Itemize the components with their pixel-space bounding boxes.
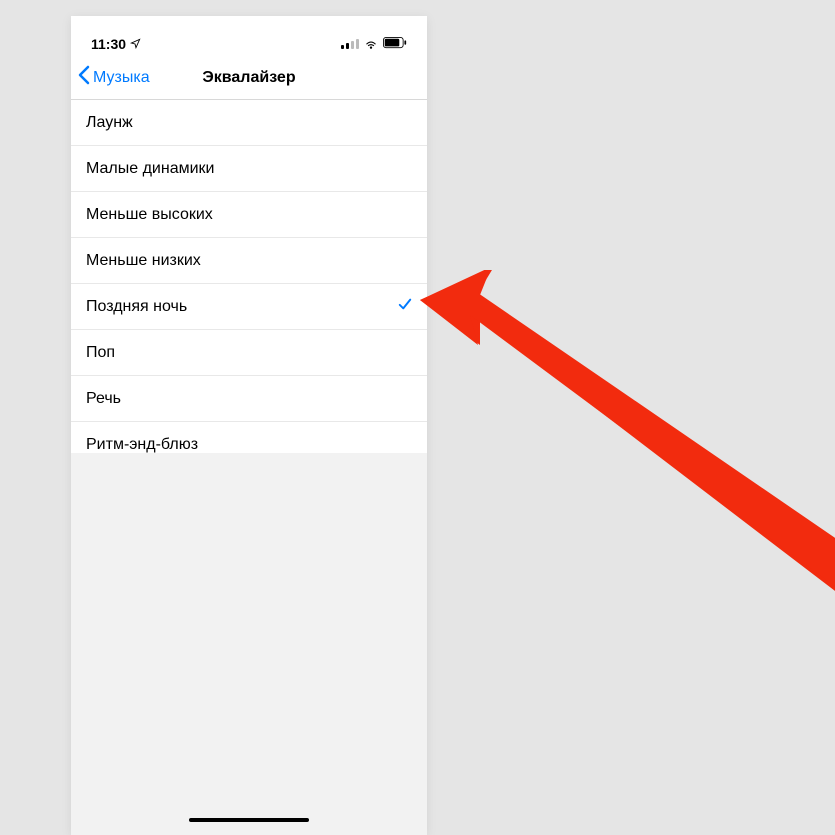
list-item[interactable]: Лаунж (71, 100, 427, 146)
annotation-arrow-icon (420, 270, 835, 615)
list-item[interactable]: Малые динамики (71, 146, 427, 192)
phone-frame: 11:30 (71, 16, 427, 835)
status-bar: 11:30 (71, 16, 427, 56)
status-time: 11:30 (91, 36, 126, 52)
battery-icon (383, 36, 407, 52)
spacer (71, 453, 427, 806)
list-item-label: Ритм-энд-блюз (86, 436, 198, 453)
list-item-label: Речь (86, 390, 121, 408)
list-item-label: Меньше высоких (86, 206, 213, 224)
list-item-label: Лаунж (86, 114, 133, 132)
list-item-label: Поздняя ночь (86, 298, 187, 316)
chevron-left-icon (77, 65, 91, 90)
cellular-icon (341, 39, 359, 49)
list-item[interactable]: Меньше высоких (71, 192, 427, 238)
list-item[interactable]: Речь (71, 376, 427, 422)
nav-bar: Музыка Эквалайзер (71, 56, 427, 100)
checkmark-icon (398, 297, 412, 316)
eq-preset-list[interactable]: Лаунж Малые динамики Меньше высоких Меньше … (71, 100, 427, 453)
back-button[interactable]: Музыка (77, 65, 150, 90)
list-item-label: Меньше низких (86, 252, 201, 270)
wifi-icon (364, 36, 378, 52)
status-left: 11:30 (91, 36, 141, 52)
list-item[interactable]: Поздняя ночь (71, 284, 427, 330)
list-item[interactable]: Ритм-энд-блюз (71, 422, 427, 453)
list-item-label: Малые динамики (86, 160, 214, 178)
home-indicator[interactable] (189, 818, 309, 822)
list-item[interactable]: Меньше низких (71, 238, 427, 284)
list-item[interactable]: Поп (71, 330, 427, 376)
list-item-label: Поп (86, 344, 115, 362)
location-icon (130, 36, 141, 52)
home-indicator-area (71, 805, 427, 835)
status-right (341, 36, 407, 52)
back-label: Музыка (93, 69, 150, 87)
